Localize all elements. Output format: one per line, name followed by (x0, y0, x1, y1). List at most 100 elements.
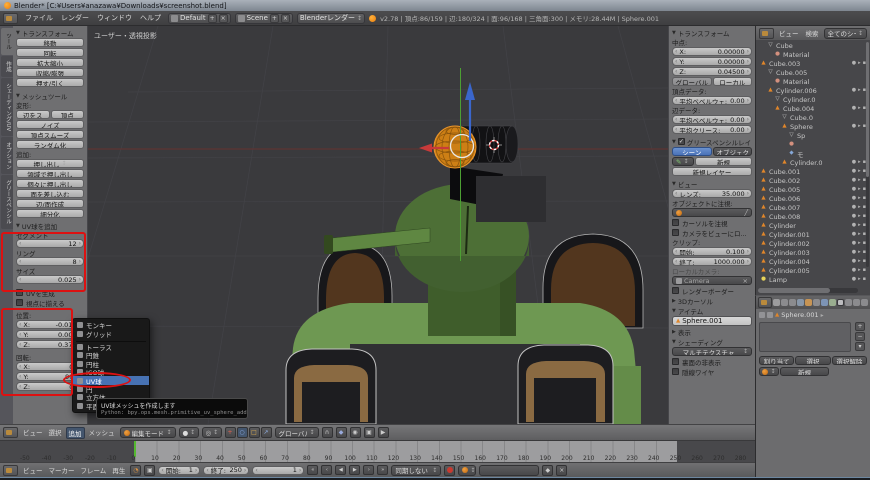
outliner-row[interactable]: Cube.004●▸▪ (758, 104, 868, 113)
checkbox[interactable] (672, 219, 679, 226)
panel-header-transform[interactable]: ▼トランスフォーム (16, 28, 84, 37)
physics-tab-icon[interactable] (861, 299, 868, 306)
lock-camera-row[interactable]: カメラをビューにロ... (672, 228, 752, 237)
data-tab-icon[interactable] (829, 299, 836, 306)
constraints-tab-icon[interactable] (813, 299, 820, 306)
timeline-menu-item[interactable]: ビュー (21, 465, 45, 475)
remove-slot-button[interactable]: − (855, 332, 865, 341)
tool-button[interactable]: 頂点スムーズ (16, 130, 84, 139)
menu-item[interactable]: 円 (73, 385, 149, 393)
grease-pencil-checkbox[interactable] (678, 138, 685, 145)
tool-shelf-tab[interactable]: ツール (1, 28, 13, 55)
outliner-row[interactable]: Cube.0●▸▪ (758, 113, 868, 122)
top-menu-item[interactable]: ファイル (22, 13, 56, 23)
space-toggle-button[interactable]: グローバル (672, 77, 712, 86)
checkbox[interactable] (16, 289, 23, 296)
outliner-row[interactable]: Cylinder.003●▸▪ (758, 248, 868, 257)
outliner-row[interactable]: Cube.008●▸▪ (758, 212, 868, 221)
top-menu-item[interactable]: ヘルプ (137, 13, 164, 23)
value-slider[interactable]: 0.025 (16, 275, 84, 284)
outliner-row[interactable]: Material●▸▪ (758, 50, 868, 59)
tool-button[interactable]: 細分化 (16, 209, 84, 218)
play-button[interactable]: ▶ (349, 465, 360, 475)
keying-set-dropdown[interactable]: ↕ (458, 465, 476, 476)
tool-shelf-tab[interactable]: シェーディング/UV (1, 78, 13, 136)
snap-element-dropdown[interactable]: ◆ (336, 427, 347, 438)
shading-dropdown[interactable]: ●↕ (179, 427, 199, 438)
panel-header-display[interactable]: ▶表示 (672, 327, 752, 336)
jump-next-keyframe-button[interactable]: › (363, 465, 374, 475)
median-field[interactable]: Y:0.00000 (672, 57, 752, 66)
visibility-toggles[interactable]: ●▸▪ (852, 275, 868, 283)
menu-item[interactable]: UV球 (73, 376, 149, 384)
menu-item[interactable]: 円錐 (73, 351, 149, 359)
edge-data-field[interactable]: 平均ベベルウェ:0.00 (672, 115, 752, 124)
tool-button[interactable]: 頂点 (51, 110, 85, 119)
new-material-button[interactable]: 新規 (780, 367, 829, 376)
auto-keyframe-button[interactable] (444, 465, 455, 476)
outliner-row[interactable]: Sp●▸▪ (758, 131, 868, 140)
tool-button[interactable]: 領域で押し出し (16, 169, 84, 178)
scene-tab-icon[interactable] (789, 299, 796, 306)
menu-item[interactable]: 円柱 (73, 360, 149, 368)
outliner-row[interactable]: Cylinder.004●▸▪ (758, 257, 868, 266)
add-layout-button[interactable]: + (208, 14, 217, 23)
scene-selector[interactable]: Scene + × (235, 13, 293, 24)
snap-magnet-button[interactable]: ∩ (322, 427, 333, 438)
browse-material-dropdown[interactable]: ↕ (759, 367, 779, 376)
tool-button[interactable]: 押す/引く (16, 78, 84, 87)
editor-type-icon[interactable] (759, 28, 774, 39)
grease-new-button[interactable]: 新規 (695, 157, 752, 166)
render-layers-tab-icon[interactable] (781, 299, 788, 306)
tool-button[interactable]: 個々に押し出し (16, 179, 84, 188)
outliner-search-menu[interactable]: 検索 (804, 28, 821, 38)
panel-header-3d-cursor[interactable]: ▶3Dカーソル (672, 296, 752, 305)
frame-lock-button[interactable]: ▣ (144, 465, 155, 476)
current-frame-field[interactable]: 1 (252, 466, 304, 475)
timeline-region[interactable]: -50-40-30-20-100102030405060708090100110… (0, 440, 755, 462)
add-slot-button[interactable]: + (855, 322, 865, 331)
local-camera-field[interactable]: Camera× (672, 276, 752, 285)
grease-scope-button[interactable]: オブジェクト (713, 147, 753, 156)
active-keying-set-field[interactable] (479, 465, 539, 476)
render-engine-dropdown[interactable]: Blenderレンダー ↕ (297, 13, 365, 24)
render-opengl-anim-button[interactable]: ▶ (378, 427, 389, 438)
tool-button[interactable]: 収縮/膨張 (16, 68, 84, 77)
manipulator-axis-button[interactable]: ↗ (261, 427, 272, 438)
checkbox-row[interactable]: UVを生成 (16, 288, 84, 297)
delete-layout-button[interactable]: × (219, 14, 228, 23)
timeline-menu-item[interactable]: マーカー (47, 465, 77, 475)
outliner-row[interactable]: Cylinder.005●▸▪ (758, 266, 868, 275)
end-frame-field[interactable]: 終了:250 (203, 466, 249, 475)
rotate-manipulator-button[interactable]: ○ (237, 427, 248, 438)
edge-data-field[interactable]: 平均クリース:0.00 (672, 125, 752, 134)
timeline-menu-item[interactable]: 再生 (110, 465, 127, 475)
tool-button[interactable]: 回転 (16, 48, 84, 57)
jump-prev-keyframe-button[interactable]: ‹ (321, 465, 332, 475)
checkbox[interactable] (672, 229, 679, 236)
particles-tab-icon[interactable] (853, 299, 860, 306)
tool-button[interactable]: 移動 (16, 38, 84, 47)
orientation-dropdown[interactable]: グローバル↕ (275, 427, 319, 438)
add-scene-button[interactable]: + (270, 14, 279, 23)
outliner-row[interactable]: Lamp●▸▪ (758, 275, 868, 283)
outliner-row[interactable]: Cylinder.002●▸▪ (758, 239, 868, 248)
outliner-row[interactable]: Cube.001●▸▪ (758, 167, 868, 176)
space-toggle-button[interactable]: ローカル (713, 77, 753, 86)
checkbox-row[interactable]: 視点に揃える (16, 298, 84, 307)
texture-tab-icon[interactable] (845, 299, 852, 306)
checkbox[interactable] (672, 358, 679, 365)
play-reverse-button[interactable]: ◀ (335, 465, 346, 475)
render-tab-icon[interactable] (773, 299, 780, 306)
menu-item[interactable]: ICO球 (73, 368, 149, 376)
editor-type-icon[interactable] (3, 427, 18, 438)
lock-object-field[interactable]: ╱ (672, 208, 752, 217)
editor-type-icon[interactable] (758, 297, 772, 308)
value-slider[interactable]: 8 (16, 257, 84, 266)
tool-button[interactable]: ノイズ (16, 120, 84, 129)
screen-layout-selector[interactable]: Default + × (168, 13, 231, 24)
panel-header-add-uv-sphere[interactable]: ▼UV球を追加 (16, 221, 84, 230)
outliner-row[interactable]: モ●▸▪ (758, 149, 868, 158)
grease-scope-button[interactable]: シーン (672, 147, 712, 156)
modifiers-tab-icon[interactable] (821, 299, 828, 306)
